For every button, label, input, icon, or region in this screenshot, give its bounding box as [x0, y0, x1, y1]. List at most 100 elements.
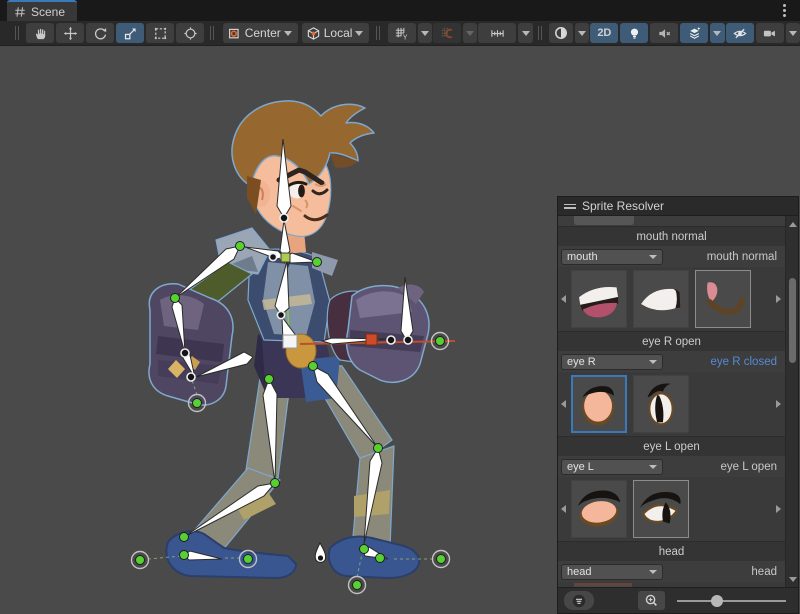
2d-mode-button[interactable]: 2D: [590, 23, 618, 43]
chevron-down-icon: [649, 570, 657, 574]
carousel-left-icon[interactable]: [561, 505, 566, 513]
effects-dropdown-arrow[interactable]: [710, 23, 724, 43]
chevron-down-icon: [649, 255, 657, 259]
grid-dropdown-arrow[interactable]: [418, 23, 432, 43]
snap-increment-button[interactable]: [478, 23, 516, 43]
scrollbar-thumb[interactable]: [789, 278, 796, 363]
pivot-mode-dropdown[interactable]: Center: [223, 23, 298, 43]
audio-muted-icon: [657, 26, 672, 41]
camera-dropdown-arrow[interactable]: [786, 23, 800, 43]
slider-track: [677, 600, 786, 602]
transform-icon: [183, 26, 198, 41]
tab-label: Scene: [31, 5, 65, 19]
toolbar-drag-handle: [15, 26, 20, 40]
scene-effects-button[interactable]: [680, 23, 708, 43]
carousel-left-icon[interactable]: [561, 295, 566, 303]
ik-effector-square[interactable]: [366, 334, 377, 345]
rect-tool-icon: [153, 26, 168, 41]
thumbnail-size-slider[interactable]: [677, 594, 786, 608]
view-hand-tool-button[interactable]: [26, 23, 54, 43]
pivot-teardrop-marker[interactable]: [315, 543, 325, 562]
panel-title-bar[interactable]: Sprite Resolver: [558, 197, 798, 216]
shaded-view-icon: [553, 25, 569, 41]
section-controls-eye-l: eye L eye L open: [558, 456, 785, 477]
carousel-left-icon[interactable]: [561, 400, 566, 408]
toolbar-drag-handle: [210, 26, 215, 40]
sprite-resolver-panel: Sprite Resolver mouth normal mouth mouth…: [557, 196, 799, 614]
effects-layers-icon: [687, 26, 702, 41]
shading-mode-button[interactable]: [549, 23, 573, 43]
scale-icon: [123, 26, 138, 41]
grid-visibility-button[interactable]: Y: [388, 23, 416, 43]
rotate-icon: [93, 26, 108, 41]
kebab-menu-icon[interactable]: [780, 2, 788, 18]
unity-scene-window: Scene: [0, 0, 800, 614]
section-header-head: head: [558, 541, 785, 561]
panel-scrollbar[interactable]: [785, 216, 798, 587]
transform-tool-button[interactable]: [176, 23, 204, 43]
thumb-mouth-normal[interactable]: [695, 270, 751, 328]
grid-axis-icon: Y: [394, 26, 409, 41]
selected-sprite-label-eye-l: eye L open: [663, 461, 777, 473]
snap-magnet-icon: [440, 26, 455, 41]
chevron-down-icon: [649, 465, 657, 469]
panel-footer: [558, 587, 798, 613]
carousel-right-icon[interactable]: [776, 295, 781, 303]
thumb-eye-l-closed[interactable]: [571, 480, 627, 538]
pivot-mode-label: Center: [245, 26, 281, 40]
category-dropdown-mouth[interactable]: mouth: [561, 249, 663, 265]
camera-icon: [762, 26, 777, 41]
zoom-button[interactable]: [638, 591, 665, 610]
scene-lighting-button[interactable]: [620, 23, 648, 43]
thumb-eye-l-open[interactable]: [633, 480, 689, 538]
scroll-down-icon[interactable]: [786, 573, 798, 585]
section-controls-eye-r: eye R eye R closed: [558, 351, 785, 372]
magnifier-plus-icon: [644, 593, 659, 608]
orientation-dropdown[interactable]: Local: [302, 23, 370, 43]
snap-increment-icon: [489, 26, 506, 41]
thumb-mouth-closed[interactable]: [633, 270, 689, 328]
grid-snap-button[interactable]: [433, 23, 461, 43]
selected-sprite-label-mouth: mouth normal: [663, 251, 777, 263]
snap-increment-dropdown-arrow[interactable]: [518, 23, 532, 43]
category-dropdown-head[interactable]: head: [561, 564, 663, 580]
svg-text:Y: Y: [403, 34, 408, 40]
filter-button[interactable]: [564, 591, 594, 610]
carousel-right-icon[interactable]: [776, 505, 781, 513]
rect-tool-button[interactable]: [146, 23, 174, 43]
move-tool-button[interactable]: [56, 23, 84, 43]
chevron-down-icon: [284, 31, 292, 36]
category-dropdown-eye-r[interactable]: eye R: [561, 354, 663, 370]
scale-tool-button[interactable]: [116, 23, 144, 43]
thumb-eye-r-open[interactable]: [633, 375, 689, 433]
panel-scroll-content: mouth normal mouth mouth normal: [558, 216, 785, 587]
toolbar-drag-handle: [538, 26, 543, 40]
cube-icon: [306, 26, 321, 41]
toolbar-drag-handle: [376, 26, 381, 40]
shading-dropdown-arrow[interactable]: [575, 23, 589, 43]
snap-dropdown-arrow[interactable]: [463, 23, 477, 43]
scene-visibility-button[interactable]: [726, 23, 754, 43]
sprite-carousel-eye-r: [558, 372, 785, 436]
slider-knob[interactable]: [711, 595, 723, 607]
category-dropdown-eye-l[interactable]: eye L: [561, 459, 663, 475]
scroll-up-icon[interactable]: [786, 218, 798, 230]
sprite-carousel-mouth: [558, 267, 785, 331]
thumb-mouth-open[interactable]: [571, 270, 627, 328]
root-joint-square[interactable]: [283, 335, 297, 348]
move-icon: [63, 26, 78, 41]
pivot-icon: [227, 26, 242, 41]
scene-audio-button[interactable]: [650, 23, 678, 43]
section-controls-head: head head: [558, 561, 785, 582]
chest-effector-square[interactable]: [281, 253, 290, 262]
tab-bar: Scene: [0, 0, 800, 21]
lightbulb-icon: [627, 26, 642, 41]
tab-scene[interactable]: Scene: [7, 0, 77, 21]
carousel-right-icon[interactable]: [776, 400, 781, 408]
selected-sprite-label-head: head: [663, 566, 777, 578]
selected-sprite-label-eye-r: eye R closed: [663, 356, 777, 368]
rotate-tool-button[interactable]: [86, 23, 114, 43]
orientation-label: Local: [324, 26, 353, 40]
thumb-eye-r-closed[interactable]: [571, 375, 627, 433]
scene-camera-button[interactable]: [756, 23, 784, 43]
